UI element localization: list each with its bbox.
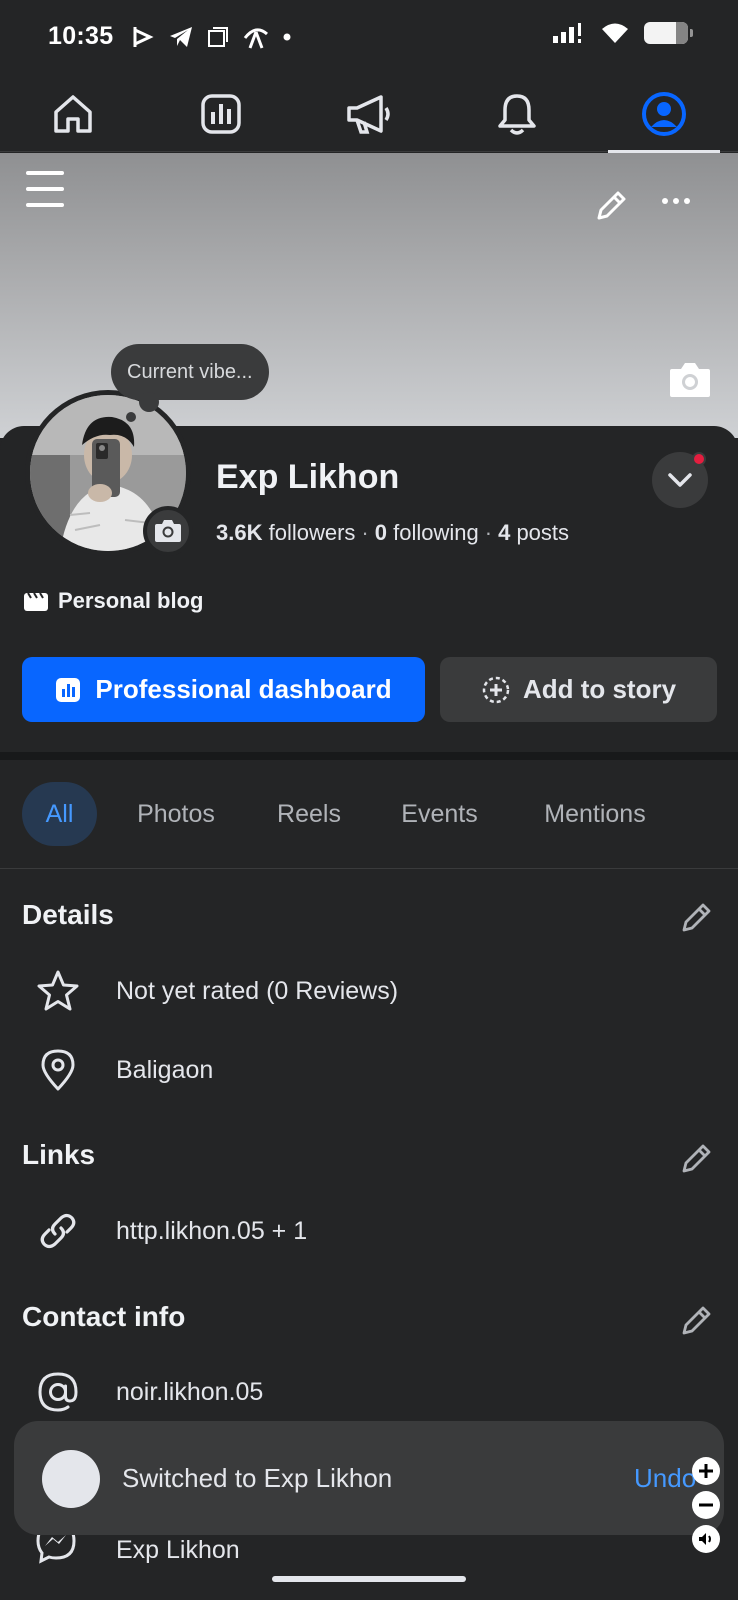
avatar[interactable] (25, 390, 193, 556)
vibe-bubble-tail-small (126, 412, 136, 422)
contact-handle-text: noir.likhon.05 (116, 1377, 264, 1406)
professional-dashboard-button[interactable]: Professional dashboard (22, 657, 425, 722)
bell-icon (498, 94, 536, 135)
status-left-icons (130, 24, 292, 50)
minus-icon (699, 1503, 713, 1507)
links-heading: Links (22, 1139, 96, 1170)
wifi-icon (602, 23, 628, 43)
switch-account-toast: Switched to Exp Likhon Undo (14, 1421, 724, 1535)
notification-dot (692, 452, 706, 466)
speaker-button[interactable] (692, 1525, 720, 1553)
category-row: Personal blog (22, 588, 203, 614)
megaphone-icon (347, 95, 390, 134)
profile-tabs: All Photos Reels Events Mentions (0, 782, 738, 850)
edit-details-pencil-icon[interactable] (680, 900, 714, 934)
signal-icon (553, 23, 581, 43)
more-options-icon[interactable] (662, 198, 690, 204)
star-icon (37, 970, 79, 1011)
posts-label: posts (516, 520, 570, 545)
tab-photos[interactable]: Photos (126, 782, 226, 846)
section-divider (0, 752, 738, 760)
rating-row: Not yet rated (0 Reviews) (0, 961, 738, 1021)
speaker-icon (699, 1533, 711, 1545)
following-count: 0 (374, 520, 387, 545)
link-icon (40, 1213, 76, 1249)
stats-separator: · (484, 520, 493, 545)
switch-profile-button[interactable] (652, 452, 708, 508)
nav-profile[interactable] (596, 76, 732, 153)
profile-icon (642, 92, 686, 136)
location-pin-icon (41, 1049, 75, 1091)
top-nav (0, 76, 738, 153)
link-text[interactable]: http.likhon.05 + 1 (116, 1217, 307, 1246)
cover-camera-icon[interactable] (668, 361, 712, 399)
following-link[interactable]: 0 following (375, 520, 479, 545)
accessibility-controls (692, 1457, 722, 1553)
followers-count: 3.6K (216, 520, 263, 545)
add-to-story-button[interactable]: Add to story (440, 657, 717, 722)
dot-icon (283, 33, 291, 41)
menu-icon[interactable] (26, 171, 64, 207)
home-indicator[interactable] (272, 1576, 466, 1582)
tab-reels[interactable]: Reels (264, 782, 354, 846)
messenger-text: Exp Likhon (116, 1536, 240, 1564)
nav-dashboard[interactable] (153, 76, 289, 152)
undo-button[interactable]: Undo (634, 1463, 696, 1494)
tab-mentions[interactable]: Mentions (530, 782, 660, 846)
stats-separator: · (361, 520, 369, 545)
edit-cover-pencil-icon[interactable] (594, 189, 628, 223)
telegram-icon (170, 27, 192, 47)
profile-stats: 3.6K followers · 0 following · 4 posts (216, 520, 569, 546)
posts-link[interactable]: 4 posts (498, 520, 569, 545)
at-sign-icon (38, 1372, 78, 1412)
category-label: Personal blog (58, 588, 204, 613)
contact-handle-row: noir.likhon.05 (0, 1362, 738, 1422)
location-text: Baligaon (116, 1055, 214, 1084)
battery-icon (644, 22, 693, 44)
zoom-in-button[interactable] (692, 1457, 720, 1485)
details-heading: Details (22, 899, 114, 930)
tab-all[interactable]: All (22, 782, 97, 846)
plus-icon (699, 1464, 713, 1478)
zoom-out-button[interactable] (692, 1491, 720, 1519)
telco-icon (243, 28, 269, 49)
dashboard-icon (201, 94, 241, 134)
location-row: Baligaon (0, 1040, 738, 1100)
vibe-bubble-tail (139, 392, 159, 412)
professional-dashboard-label: Professional dashboard (95, 674, 392, 704)
followers-link[interactable]: 3.6K followers (216, 520, 355, 545)
nav-notifications[interactable] (449, 76, 585, 152)
clapperboard-icon (24, 592, 48, 611)
contact-heading: Contact info (22, 1301, 186, 1332)
profile-name: Exp Likhon (216, 458, 400, 496)
posts-count: 4 (498, 520, 511, 545)
nav-home[interactable] (5, 76, 141, 152)
rating-text: Not yet rated (0 Reviews) (116, 976, 399, 1005)
status-bar: 10:35 (0, 0, 738, 76)
avatar-camera-button[interactable] (143, 506, 193, 556)
copy-icon (208, 27, 228, 47)
status-time: 10:35 (48, 22, 114, 50)
dashboard-icon (56, 677, 81, 702)
bkash-icon (133, 27, 154, 47)
following-label: following (393, 520, 479, 545)
status-right-icons (552, 22, 693, 44)
followers-label: followers (268, 520, 356, 545)
tabs-divider (0, 868, 738, 869)
chevron-down-icon (668, 473, 692, 487)
current-vibe-note[interactable]: Current vibe... (111, 344, 269, 400)
add-story-icon (482, 676, 510, 703)
toast-avatar (42, 1450, 100, 1508)
camera-icon (155, 520, 181, 542)
toast-message: Switched to Exp Likhon (122, 1463, 393, 1493)
home-icon (54, 95, 92, 133)
add-to-story-label: Add to story (522, 674, 677, 704)
edit-contact-pencil-icon[interactable] (680, 1303, 714, 1337)
tab-events[interactable]: Events (392, 782, 487, 846)
edit-links-pencil-icon[interactable] (680, 1141, 714, 1175)
nav-ads[interactable] (301, 76, 437, 152)
link-row[interactable]: http.likhon.05 + 1 (0, 1201, 738, 1261)
